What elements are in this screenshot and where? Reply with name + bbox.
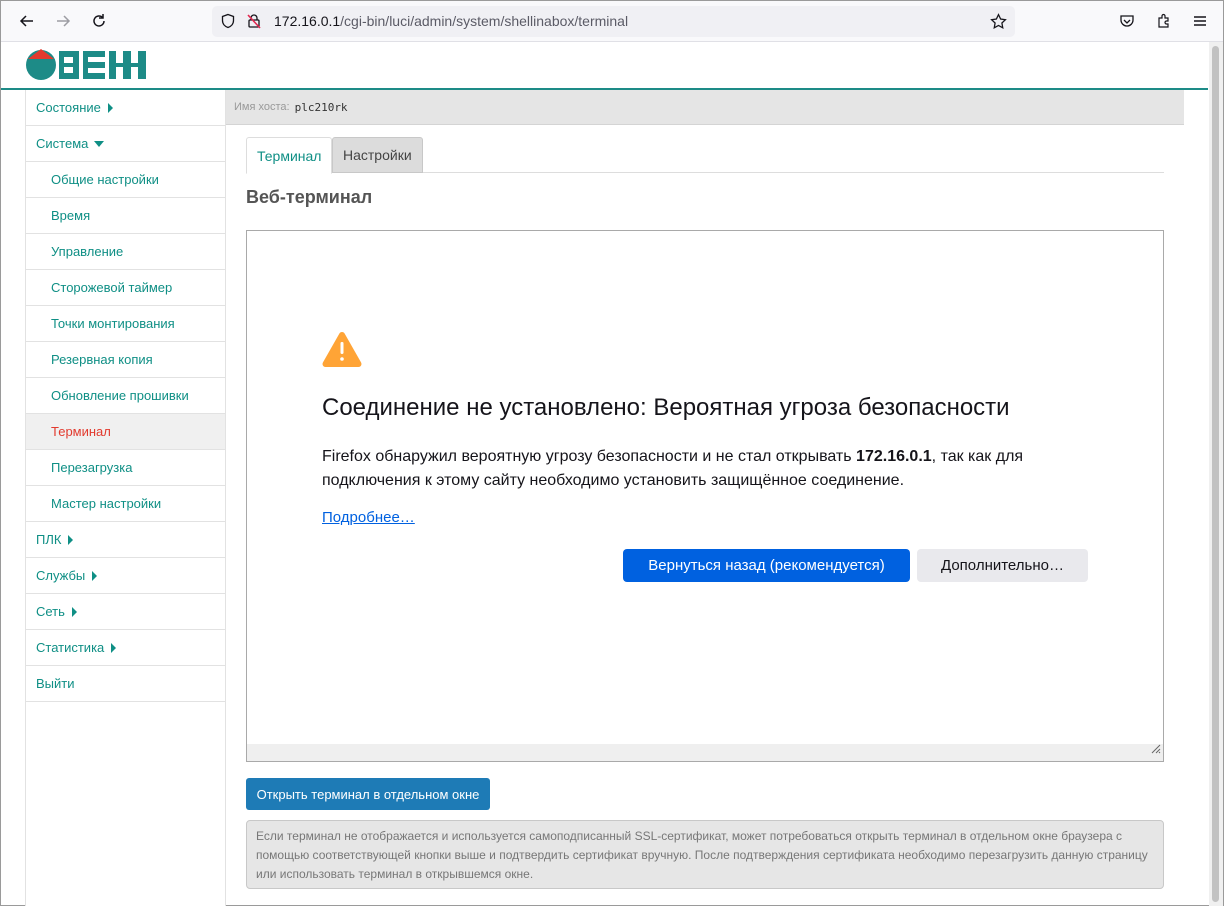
oven-logo[interactable] — [25, 49, 147, 86]
error-host: 172.16.0.1 — [856, 448, 932, 465]
sidebar-item-label: Состояние — [36, 100, 101, 115]
main-content: Терминал Настройки Веб-терминал Соединен… — [226, 125, 1184, 906]
terminal-frame[interactable]: Соединение не установлено: Вероятная угр… — [246, 230, 1164, 762]
caret-right-icon — [71, 606, 77, 617]
sidebar-item-label: ПЛК — [36, 532, 62, 547]
tab-settings[interactable]: Настройки — [332, 137, 423, 173]
tab-bar: Терминал Настройки — [246, 137, 1164, 174]
ssl-note: Если терминал не отображается и использу… — [246, 820, 1164, 889]
caret-down-icon — [94, 140, 105, 147]
error-title: Соединение не установлено: Вероятная угр… — [322, 394, 1010, 421]
sidebar-item[interactable]: Общие настройки — [26, 162, 225, 198]
sidebar-item-label: Статистика — [36, 640, 105, 655]
sidebar-item[interactable]: Сторожевой таймер — [26, 270, 225, 306]
sidebar-item[interactable]: Резервная копия — [26, 342, 225, 378]
sidebar-item[interactable]: Состояние — [26, 90, 225, 126]
frame-bottom-bar — [247, 744, 1163, 761]
sidebar: Состояние Система Общие настройки Время Упра… — [25, 90, 226, 906]
sidebar-item-label: Сеть — [36, 604, 65, 619]
sidebar-item-label: Терминал — [51, 424, 111, 439]
section-title: Веб-терминал — [246, 187, 373, 207]
error-description: Firefox обнаружил вероятную угрозу безоп… — [322, 448, 1024, 489]
sidebar-item-label: Мастер настройки — [51, 496, 162, 511]
hostname-label: Имя хоста: — [234, 101, 290, 113]
sidebar-item[interactable]: Система — [26, 126, 225, 162]
sidebar-item[interactable]: Обновление прошивки — [26, 378, 225, 414]
reload-icon[interactable] — [87, 9, 111, 33]
extensions-icon[interactable] — [1152, 9, 1176, 33]
hostname-value: plc210rk — [294, 100, 348, 114]
sidebar-item-label: Система — [36, 136, 89, 151]
browser-toolbar: 172.16.0.1/cgi-bin/luci/admin/system/she… — [1, 1, 1223, 42]
sidebar-item-label: Точки монтирования — [51, 316, 175, 331]
learn-more-link[interactable]: Подробнее… — [322, 509, 415, 526]
caret-right-icon — [111, 642, 117, 653]
url-bar[interactable]: 172.16.0.1/cgi-bin/luci/admin/system/she… — [212, 6, 1015, 37]
menu-icon[interactable] — [1188, 9, 1212, 33]
caret-right-icon — [68, 534, 74, 545]
sidebar-item-label: Общие настройки — [51, 172, 159, 187]
open-terminal-window-button[interactable]: Открыть терминал в отдельном окне — [246, 778, 490, 810]
sidebar-item-label: Управление — [51, 244, 124, 259]
sidebar-item[interactable]: Перезагрузка — [26, 450, 225, 486]
hostname-bar: Имя хоста: plc210rk — [226, 90, 1184, 125]
sidebar-item[interactable]: Выйти — [26, 666, 225, 702]
caret-right-icon — [107, 102, 113, 113]
url-text[interactable]: 172.16.0.1/cgi-bin/luci/admin/system/she… — [274, 13, 628, 29]
sidebar-item[interactable]: Управление — [26, 234, 225, 270]
page-header — [1, 42, 1208, 90]
sidebar-item[interactable]: Время — [26, 198, 225, 234]
sidebar-item-label: Перезагрузка — [51, 460, 133, 475]
sidebar-item[interactable]: Мастер настройки — [26, 486, 225, 522]
sidebar-item-label: Резервная копия — [51, 352, 153, 367]
sidebar-item-label: Сторожевой таймер — [51, 280, 173, 295]
shield-icon[interactable] — [220, 13, 236, 34]
sidebar-item[interactable]: Терминал — [26, 414, 225, 450]
advanced-button[interactable]: Дополнительно… — [917, 549, 1088, 582]
warning-icon — [322, 331, 362, 373]
scrollbar-thumb[interactable] — [1212, 46, 1219, 902]
resize-handle-icon[interactable] — [1149, 741, 1161, 759]
sidebar-item-label: Службы — [36, 568, 86, 583]
pocket-icon[interactable] — [1115, 9, 1139, 33]
sidebar-item[interactable]: Статистика — [26, 630, 225, 666]
caret-right-icon — [92, 570, 98, 581]
sidebar-item[interactable]: Службы — [26, 558, 225, 594]
back-arrow-icon[interactable] — [15, 9, 39, 33]
go-back-button[interactable]: Вернуться назад (рекомендуется) — [623, 549, 910, 582]
forward-arrow-icon[interactable] — [51, 9, 75, 33]
sidebar-item-label: Время — [51, 208, 91, 223]
sidebar-item[interactable]: ПЛК — [26, 522, 225, 558]
sidebar-item[interactable]: Точки монтирования — [26, 306, 225, 342]
tab-terminal[interactable]: Терминал — [246, 137, 333, 174]
bookmark-star-icon[interactable] — [990, 13, 1007, 35]
page-scrollbar[interactable] — [1209, 42, 1223, 906]
sidebar-item-label: Обновление прошивки — [51, 388, 189, 403]
insecure-lock-icon[interactable] — [246, 13, 262, 34]
sidebar-item-label: Выйти — [36, 676, 75, 691]
sidebar-item[interactable]: Сеть — [26, 594, 225, 630]
